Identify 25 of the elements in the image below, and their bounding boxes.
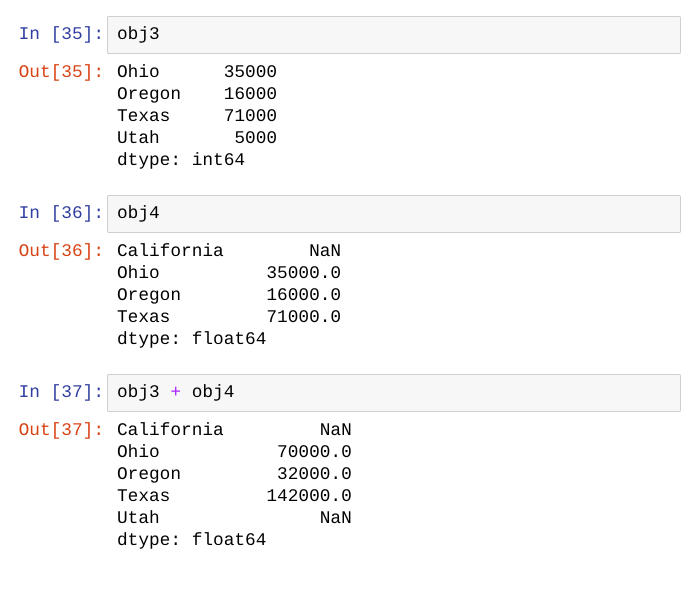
- output-line: Oregon 16000.0: [117, 286, 342, 306]
- output-line: dtype: float64: [117, 330, 266, 350]
- output-line: Ohio 35000: [117, 63, 278, 83]
- output-line: dtype: float64: [117, 531, 266, 551]
- output-prompt: Out[37]:: [18, 421, 104, 441]
- code-input[interactable]: obj3: [107, 16, 681, 54]
- output-line: Oregon 16000: [117, 85, 278, 105]
- output-line: Ohio 35000.0: [117, 264, 342, 284]
- output-line: Utah 5000: [117, 129, 278, 149]
- output-line: Texas 142000.0: [117, 487, 352, 507]
- output-prompt: Out[36]:: [18, 242, 104, 262]
- output-prompt: Out[35]:: [18, 63, 104, 83]
- output-line: California NaN: [117, 421, 352, 441]
- output-line: Utah NaN: [117, 509, 352, 529]
- code-input[interactable]: obj3 + obj4: [107, 374, 681, 412]
- input-prompt: In [37]:: [18, 383, 104, 403]
- output-line: Texas 71000: [117, 107, 278, 127]
- code-input[interactable]: obj4: [107, 195, 681, 233]
- output-line: Ohio 70000.0: [117, 443, 352, 463]
- input-prompt: In [35]:: [18, 25, 104, 45]
- output-line: Texas 71000.0: [117, 308, 342, 328]
- output-line: Oregon 32000.0: [117, 465, 352, 485]
- input-prompt: In [36]:: [18, 204, 104, 224]
- output-line: California NaN: [117, 242, 342, 262]
- output-line: dtype: int64: [117, 151, 246, 171]
